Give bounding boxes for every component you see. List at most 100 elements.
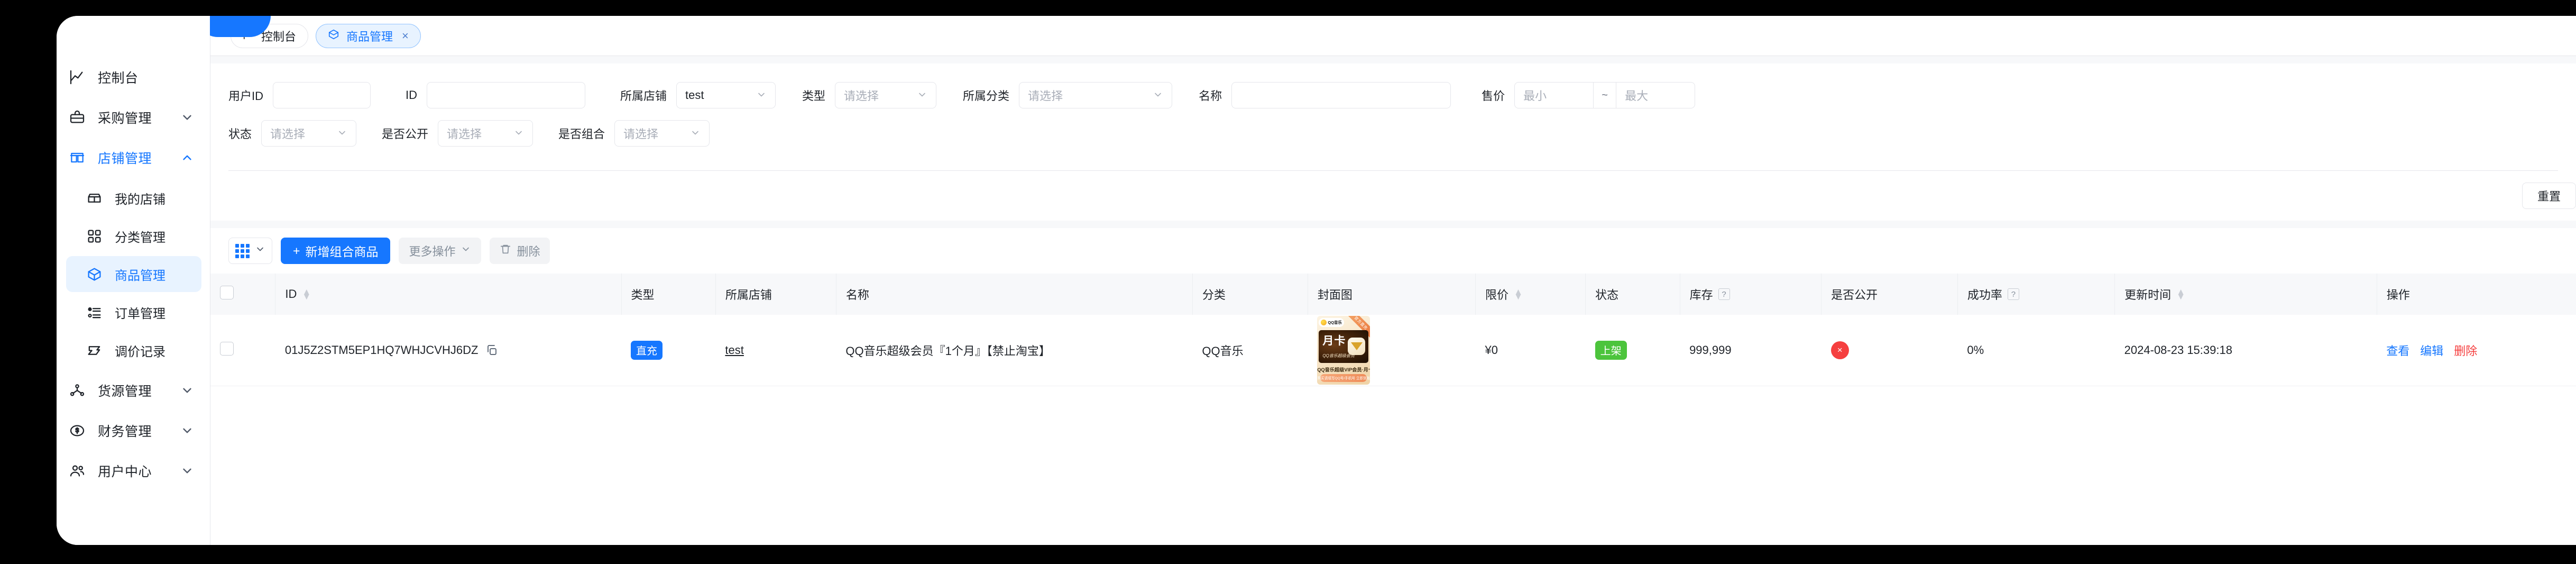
sidebar-item-product-management[interactable]: 商品管理 — [66, 256, 201, 292]
type-select[interactable]: 请选择 — [835, 82, 937, 108]
select-all-checkbox[interactable] — [220, 286, 234, 299]
filter-is-public: 是否公开 请选择 — [382, 120, 533, 147]
name-input[interactable] — [1231, 82, 1451, 108]
sidebar-item-supply-management[interactable]: 货源管理 — [57, 370, 210, 411]
grid-columns-icon — [235, 243, 250, 258]
table-row: 01J5Z2STM5EP1HQ7WHJCVHJ6DZ 直充 test QQ音乐超… — [210, 315, 2576, 386]
button-label: 删除 — [517, 245, 540, 258]
status-badge: 上架 — [1595, 340, 1627, 360]
delete-button[interactable]: 删除 — [490, 238, 550, 264]
share-nodes-icon — [68, 381, 86, 399]
edit-action[interactable]: 编辑 — [2420, 342, 2443, 359]
tab-bar: 控制台 商品管理 × — [210, 16, 2576, 56]
box-icon — [86, 266, 102, 282]
storefront-icon — [86, 190, 102, 206]
chevron-down-icon[interactable] — [180, 424, 194, 438]
th-id[interactable]: ID ▲ ▼ — [275, 274, 622, 315]
sidebar-item-label: 商品管理 — [115, 268, 165, 283]
briefcase-icon — [68, 108, 86, 126]
button-label: 更多操作 — [409, 245, 456, 258]
user-id-input[interactable] — [273, 82, 371, 108]
tab-label: 商品管理 — [346, 30, 393, 43]
filter-label: 名称 — [1199, 89, 1222, 103]
th-stock: 库存 ? — [1680, 274, 1822, 315]
type-badge: 直充 — [631, 340, 663, 360]
sidebar-item-purchase[interactable]: 采购管理 — [57, 97, 210, 138]
view-action[interactable]: 查看 — [2386, 342, 2409, 359]
sort-icon[interactable]: ▲ ▼ — [2176, 287, 2185, 301]
sidebar-item-my-shop[interactable]: 我的店铺 — [66, 180, 201, 216]
cell-category: QQ音乐 — [1192, 315, 1308, 386]
updated-at-text: 2024-08-23 15:39:18 — [2124, 343, 2232, 357]
select-placeholder: 请选择 — [844, 89, 879, 103]
sidebar-item-shop-management[interactable]: 店铺管理 — [57, 138, 210, 178]
select-placeholder: 请选择 — [447, 128, 482, 141]
sidebar-item-label: 财务管理 — [98, 424, 152, 439]
category-select[interactable]: 请选择 — [1019, 82, 1173, 108]
sidebar-item-dashboard[interactable]: 控制台 — [57, 57, 210, 97]
chevron-down-icon[interactable] — [180, 111, 194, 124]
filter-user-id: 用户ID — [228, 82, 371, 108]
sidebar-item-label: 订单管理 — [115, 306, 165, 321]
add-combo-product-button[interactable]: + 新增组合商品 — [281, 238, 391, 264]
help-icon[interactable]: ? — [1718, 288, 1730, 300]
sidebar-item-category-management[interactable]: 分类管理 — [66, 218, 201, 254]
help-icon[interactable]: ? — [2007, 288, 2019, 300]
price-min-input[interactable]: 最小 — [1515, 83, 1593, 108]
delete-action[interactable]: 删除 — [2454, 342, 2477, 359]
table-panel: + 新增组合商品 更多操作 删除 ID ▲ ▼ 类型 所属店铺 名称 分类 封面… — [210, 228, 2576, 545]
cell-shop: test — [715, 315, 836, 386]
sidebar-item-order-management[interactable]: 订单管理 — [66, 294, 201, 330]
sidebar-item-label: 我的店铺 — [115, 192, 165, 207]
row-checkbox[interactable] — [220, 341, 234, 356]
tab-label: 控制台 — [261, 30, 297, 43]
tab-product-management[interactable]: 商品管理 × — [316, 23, 421, 48]
shop-select[interactable]: test — [676, 82, 776, 108]
column-label: 类型 — [631, 288, 655, 302]
id-input[interactable] — [427, 82, 586, 108]
sidebar-item-user-center[interactable]: 用户中心 — [57, 451, 210, 491]
th-limit-price[interactable]: 限价 ▲ ▼ — [1475, 274, 1586, 315]
status-select[interactable]: 请选择 — [261, 120, 357, 147]
cell-select[interactable] — [210, 315, 275, 386]
is-combo-select[interactable]: 请选择 — [614, 120, 710, 147]
more-actions-button[interactable]: 更多操作 — [399, 238, 482, 264]
filter-label: 状态 — [228, 128, 252, 141]
chevron-down-icon[interactable] — [180, 464, 194, 478]
filter-actions: 重置 — [228, 171, 2576, 221]
cell-ops: 查看 编辑 删除 — [2377, 315, 2576, 386]
filter-name: 名称 — [1199, 82, 1451, 108]
shop-link[interactable]: test — [725, 343, 743, 357]
cover-image-thumbnail[interactable]: 官方直充 QQ音乐 月卡 QQ音乐超级会员 QQ音乐超级VIP会员·月卡 购买请… — [1317, 315, 1370, 385]
th-updated-at[interactable]: 更新时间 ▲ ▼ — [2114, 274, 2377, 315]
sidebar-item-label: 调价记录 — [115, 344, 165, 359]
copy-icon[interactable] — [485, 344, 498, 357]
cover-title: QQ音乐超级VIP会员·月卡 — [1317, 367, 1370, 372]
chevron-down-icon — [756, 89, 767, 102]
filter-label: 所属分类 — [963, 89, 1010, 103]
th-ops: 操作 — [2377, 274, 2576, 315]
reset-button[interactable]: 重置 — [2522, 183, 2576, 209]
sidebar-item-label: 分类管理 — [115, 230, 165, 245]
price-max-input[interactable]: 最大 — [1616, 83, 1695, 108]
column-label: ID — [285, 287, 297, 301]
filter-label: 用户ID — [228, 89, 264, 103]
th-status: 状态 — [1585, 274, 1680, 315]
chevron-down-icon — [917, 89, 927, 102]
column-settings-button[interactable] — [228, 238, 272, 264]
chevron-down-icon[interactable] — [180, 384, 194, 397]
sidebar-item-label: 控制台 — [98, 71, 139, 86]
sort-icon[interactable]: ▲ ▼ — [1514, 287, 1523, 301]
chevron-down-icon — [461, 244, 471, 258]
select-placeholder: 请选择 — [623, 128, 659, 141]
sort-icon[interactable]: ▲ ▼ — [302, 287, 311, 301]
th-public: 是否公开 — [1821, 274, 1958, 315]
chevron-up-icon[interactable] — [180, 151, 194, 165]
sidebar-item-finance-management[interactable]: 财务管理 — [57, 411, 210, 451]
is-public-select[interactable]: 请选择 — [438, 120, 533, 147]
close-icon[interactable]: × — [402, 30, 409, 42]
chart-line-icon — [68, 68, 86, 86]
th-select-all[interactable] — [210, 274, 276, 315]
sidebar-item-price-change-log[interactable]: 调价记录 — [66, 332, 201, 368]
sidebar-item-label: 店铺管理 — [98, 151, 152, 166]
